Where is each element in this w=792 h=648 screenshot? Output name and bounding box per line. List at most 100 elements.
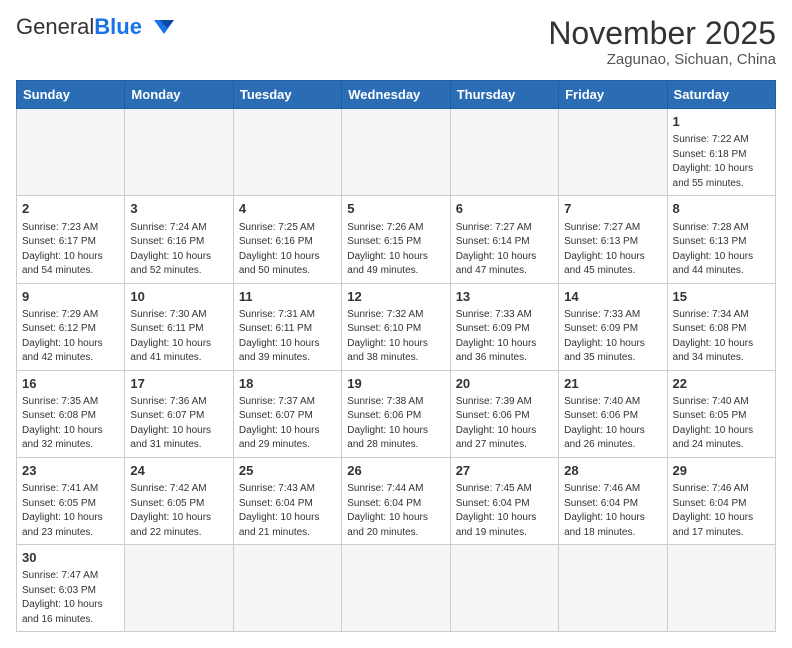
calendar-cell: 10Sunrise: 7:30 AM Sunset: 6:11 PM Dayli…	[125, 283, 233, 370]
day-info: Sunrise: 7:34 AM Sunset: 6:08 PM Dayligh…	[673, 308, 770, 366]
logo: GeneralBlue	[16, 16, 182, 38]
calendar-cell: 7 Sunrise: 7:27 AM Sunset: 6:13 PM Daylig…	[559, 196, 667, 283]
day-info: Sunrise: 7:23 AM Sunset: 6:17 PM Dayligh…	[22, 221, 119, 279]
day-info: Sunrise: 7:41 AM Sunset: 6:05 PM Dayligh…	[22, 482, 119, 540]
calendar-cell: 19 Sunrise: 7:38 AM Sunset: 6:06 PM Dayli…	[342, 370, 450, 457]
calendar-table: SundayMondayTuesdayWednesdayThursdayFrid…	[16, 80, 776, 632]
calendar-cell: 14Sunrise: 7:33 AM Sunset: 6:09 PM Dayli…	[559, 283, 667, 370]
day-number: 6	[456, 200, 553, 218]
day-info: Sunrise: 7:47 AM Sunset: 6:03 PM Dayligh…	[22, 569, 119, 627]
calendar-cell: 24 Sunrise: 7:42 AM Sunset: 6:05 PM Dayli…	[125, 457, 233, 544]
day-info: Sunrise: 7:26 AM Sunset: 6:15 PM Dayligh…	[347, 221, 444, 279]
weekday-header-row: SundayMondayTuesdayWednesdayThursdayFrid…	[17, 81, 776, 109]
calendar-cell: 25 Sunrise: 7:43 AM Sunset: 6:04 PM Dayli…	[233, 457, 341, 544]
calendar-week-2: 9 Sunrise: 7:29 AM Sunset: 6:12 PM Daylig…	[17, 283, 776, 370]
day-number: 16	[22, 375, 119, 393]
calendar-cell: 29Sunrise: 7:46 AM Sunset: 6:04 PM Dayli…	[667, 457, 775, 544]
calendar-cell	[233, 109, 341, 196]
day-number: 10	[130, 288, 227, 306]
weekday-header-wednesday: Wednesday	[342, 81, 450, 109]
day-number: 26	[347, 462, 444, 480]
day-info: Sunrise: 7:37 AM Sunset: 6:07 PM Dayligh…	[239, 395, 336, 453]
calendar-cell	[450, 545, 558, 632]
day-number: 18	[239, 375, 336, 393]
calendar-cell: 23 Sunrise: 7:41 AM Sunset: 6:05 PM Dayli…	[17, 457, 125, 544]
day-info: Sunrise: 7:25 AM Sunset: 6:16 PM Dayligh…	[239, 221, 336, 279]
calendar-cell: 17Sunrise: 7:36 AM Sunset: 6:07 PM Dayli…	[125, 370, 233, 457]
location: Zagunao, Sichuan, China	[548, 51, 776, 68]
day-info: Sunrise: 7:43 AM Sunset: 6:04 PM Dayligh…	[239, 482, 336, 540]
calendar-cell: 27Sunrise: 7:45 AM Sunset: 6:04 PM Dayli…	[450, 457, 558, 544]
day-number: 3	[130, 200, 227, 218]
day-info: Sunrise: 7:35 AM Sunset: 6:08 PM Dayligh…	[22, 395, 119, 453]
day-number: 12	[347, 288, 444, 306]
calendar-cell: 2 Sunrise: 7:23 AM Sunset: 6:17 PM Daylig…	[17, 196, 125, 283]
weekday-header-sunday: Sunday	[17, 81, 125, 109]
calendar-cell: 18 Sunrise: 7:37 AM Sunset: 6:07 PM Dayli…	[233, 370, 341, 457]
calendar-cell: 6 Sunrise: 7:27 AM Sunset: 6:14 PM Daylig…	[450, 196, 558, 283]
calendar-cell: 4Sunrise: 7:25 AM Sunset: 6:16 PM Daylig…	[233, 196, 341, 283]
day-info: Sunrise: 7:27 AM Sunset: 6:14 PM Dayligh…	[456, 221, 553, 279]
day-number: 24	[130, 462, 227, 480]
calendar-cell: 13Sunrise: 7:33 AM Sunset: 6:09 PM Dayli…	[450, 283, 558, 370]
day-info: Sunrise: 7:29 AM Sunset: 6:12 PM Dayligh…	[22, 308, 119, 366]
weekday-header-thursday: Thursday	[450, 81, 558, 109]
calendar-cell: 3 Sunrise: 7:24 AM Sunset: 6:16 PM Daylig…	[125, 196, 233, 283]
calendar-cell	[125, 545, 233, 632]
day-number: 11	[239, 288, 336, 306]
day-info: Sunrise: 7:40 AM Sunset: 6:06 PM Dayligh…	[564, 395, 661, 453]
day-info: Sunrise: 7:38 AM Sunset: 6:06 PM Dayligh…	[347, 395, 444, 453]
calendar-cell	[559, 109, 667, 196]
calendar-cell: 21 Sunrise: 7:40 AM Sunset: 6:06 PM Dayli…	[559, 370, 667, 457]
day-number: 23	[22, 462, 119, 480]
calendar-cell: 22Sunrise: 7:40 AM Sunset: 6:05 PM Dayli…	[667, 370, 775, 457]
day-number: 30	[22, 549, 119, 567]
calendar-cell: 9 Sunrise: 7:29 AM Sunset: 6:12 PM Daylig…	[17, 283, 125, 370]
day-number: 2	[22, 200, 119, 218]
logo-text: GeneralBlue	[16, 16, 142, 38]
day-number: 25	[239, 462, 336, 480]
day-number: 15	[673, 288, 770, 306]
day-number: 9	[22, 288, 119, 306]
day-number: 5	[347, 200, 444, 218]
calendar-cell: 30 Sunrise: 7:47 AM Sunset: 6:03 PM Dayli…	[17, 545, 125, 632]
calendar-cell	[559, 545, 667, 632]
day-number: 7	[564, 200, 661, 218]
day-number: 17	[130, 375, 227, 393]
day-number: 1	[673, 113, 770, 131]
day-info: Sunrise: 7:46 AM Sunset: 6:04 PM Dayligh…	[673, 482, 770, 540]
calendar-cell: 20 Sunrise: 7:39 AM Sunset: 6:06 PM Dayli…	[450, 370, 558, 457]
calendar-cell: 8Sunrise: 7:28 AM Sunset: 6:13 PM Daylig…	[667, 196, 775, 283]
weekday-header-friday: Friday	[559, 81, 667, 109]
calendar-cell: 12 Sunrise: 7:32 AM Sunset: 6:10 PM Dayli…	[342, 283, 450, 370]
calendar-cell	[342, 109, 450, 196]
logo-icon	[146, 16, 182, 38]
day-info: Sunrise: 7:27 AM Sunset: 6:13 PM Dayligh…	[564, 221, 661, 279]
day-info: Sunrise: 7:32 AM Sunset: 6:10 PM Dayligh…	[347, 308, 444, 366]
calendar-cell: 28Sunrise: 7:46 AM Sunset: 6:04 PM Dayli…	[559, 457, 667, 544]
day-info: Sunrise: 7:46 AM Sunset: 6:04 PM Dayligh…	[564, 482, 661, 540]
day-info: Sunrise: 7:42 AM Sunset: 6:05 PM Dayligh…	[130, 482, 227, 540]
day-info: Sunrise: 7:44 AM Sunset: 6:04 PM Dayligh…	[347, 482, 444, 540]
month-title: November 2025	[548, 16, 776, 51]
page-header: GeneralBlue November 2025 Zagunao, Sichu…	[16, 16, 776, 68]
day-number: 19	[347, 375, 444, 393]
calendar-cell: 11 Sunrise: 7:31 AM Sunset: 6:11 PM Dayli…	[233, 283, 341, 370]
day-info: Sunrise: 7:33 AM Sunset: 6:09 PM Dayligh…	[564, 308, 661, 366]
weekday-header-monday: Monday	[125, 81, 233, 109]
calendar-week-4: 23 Sunrise: 7:41 AM Sunset: 6:05 PM Dayli…	[17, 457, 776, 544]
calendar-cell: 26 Sunrise: 7:44 AM Sunset: 6:04 PM Dayli…	[342, 457, 450, 544]
day-info: Sunrise: 7:24 AM Sunset: 6:16 PM Dayligh…	[130, 221, 227, 279]
calendar-week-5: 30 Sunrise: 7:47 AM Sunset: 6:03 PM Dayli…	[17, 545, 776, 632]
day-info: Sunrise: 7:31 AM Sunset: 6:11 PM Dayligh…	[239, 308, 336, 366]
day-number: 20	[456, 375, 553, 393]
weekday-header-tuesday: Tuesday	[233, 81, 341, 109]
day-number: 21	[564, 375, 661, 393]
day-number: 8	[673, 200, 770, 218]
calendar-cell	[450, 109, 558, 196]
day-info: Sunrise: 7:45 AM Sunset: 6:04 PM Dayligh…	[456, 482, 553, 540]
calendar-week-0: 1 Sunrise: 7:22 AM Sunset: 6:18 PM Daylig…	[17, 109, 776, 196]
calendar-week-1: 2 Sunrise: 7:23 AM Sunset: 6:17 PM Daylig…	[17, 196, 776, 283]
day-info: Sunrise: 7:39 AM Sunset: 6:06 PM Dayligh…	[456, 395, 553, 453]
day-info: Sunrise: 7:22 AM Sunset: 6:18 PM Dayligh…	[673, 133, 770, 191]
